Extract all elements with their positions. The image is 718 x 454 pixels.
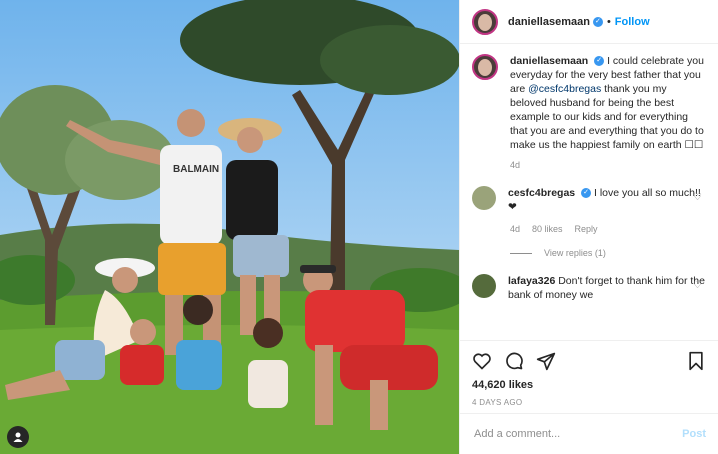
- caption-mention-link[interactable]: @cesfc4bregas: [528, 83, 601, 95]
- comment-text: lafaya326 Don't forget to thank him for …: [508, 274, 706, 302]
- action-icons: [472, 349, 706, 373]
- svg-text:BALMAIN: BALMAIN: [173, 164, 219, 175]
- author-username[interactable]: daniellasemaan: [508, 16, 590, 28]
- author-avatar[interactable]: [472, 8, 498, 35]
- person-icon: [13, 432, 23, 442]
- likes-count[interactable]: 44,620 likes: [472, 379, 706, 391]
- family-photo: BALMAIN: [0, 0, 459, 454]
- caption-avatar[interactable]: [472, 54, 498, 80]
- caption-username[interactable]: daniellasemaan: [510, 55, 588, 67]
- reply-button[interactable]: Reply: [575, 224, 598, 234]
- heart-icon[interactable]: [472, 351, 492, 371]
- user-tag-icon[interactable]: [7, 426, 29, 448]
- post-actions: 44,620 likes 4 DAYS AGO: [460, 340, 718, 413]
- follow-button[interactable]: Follow: [615, 16, 650, 28]
- comment-text: cesfc4bregas ✓ I love you all so much!! …: [508, 186, 706, 214]
- comment-age: 4d: [510, 224, 521, 234]
- instagram-post: BALMAIN daniellasemaan ✓ • Follow daniel…: [0, 0, 718, 454]
- verified-badge-icon: ✓: [581, 188, 592, 199]
- commenter-avatar[interactable]: [472, 274, 496, 298]
- verified-badge-icon: ✓: [594, 56, 605, 67]
- view-replies-label: View replies (1): [544, 248, 606, 258]
- verified-badge-icon: ✓: [592, 16, 603, 27]
- post-header: daniellasemaan ✓ • Follow: [460, 0, 718, 44]
- post-timestamp: 4 DAYS AGO: [472, 398, 523, 407]
- comment-item: lafaya326 Don't forget to thank him for …: [472, 274, 706, 302]
- view-replies-button[interactable]: View replies (1): [510, 248, 706, 258]
- post-side-panel: daniellasemaan ✓ • Follow daniellasemaan…: [459, 0, 718, 454]
- comment-item: cesfc4bregas ✓ I love you all so much!! …: [472, 186, 706, 214]
- post-caption: daniellasemaan ✓ I could celebrate you e…: [472, 54, 706, 152]
- comment-meta: 4d 80 likes Reply: [510, 224, 706, 234]
- caption-age: 4d: [510, 160, 521, 170]
- comments-section[interactable]: daniellasemaan ✓ I could celebrate you e…: [460, 44, 718, 340]
- commenter-avatar[interactable]: [472, 186, 496, 210]
- commenter-username[interactable]: lafaya326: [508, 275, 555, 287]
- post-comment-button[interactable]: Post: [682, 428, 706, 440]
- separator-dot: •: [606, 15, 611, 28]
- comment-icon[interactable]: [504, 351, 524, 371]
- caption-text: daniellasemaan ✓ I could celebrate you e…: [510, 54, 706, 152]
- commenter-username[interactable]: cesfc4bregas: [508, 187, 575, 199]
- share-icon[interactable]: [536, 351, 556, 371]
- replies-divider: [510, 252, 532, 254]
- post-photo[interactable]: BALMAIN: [0, 0, 459, 454]
- bookmark-icon[interactable]: [686, 351, 706, 371]
- add-comment-bar: Post: [460, 413, 718, 454]
- comment-like-heart-icon[interactable]: ♡: [693, 280, 702, 291]
- comment-likes[interactable]: 80 likes: [532, 224, 563, 234]
- comment-like-heart-icon[interactable]: ♡: [693, 192, 702, 203]
- comment-input[interactable]: [472, 427, 683, 441]
